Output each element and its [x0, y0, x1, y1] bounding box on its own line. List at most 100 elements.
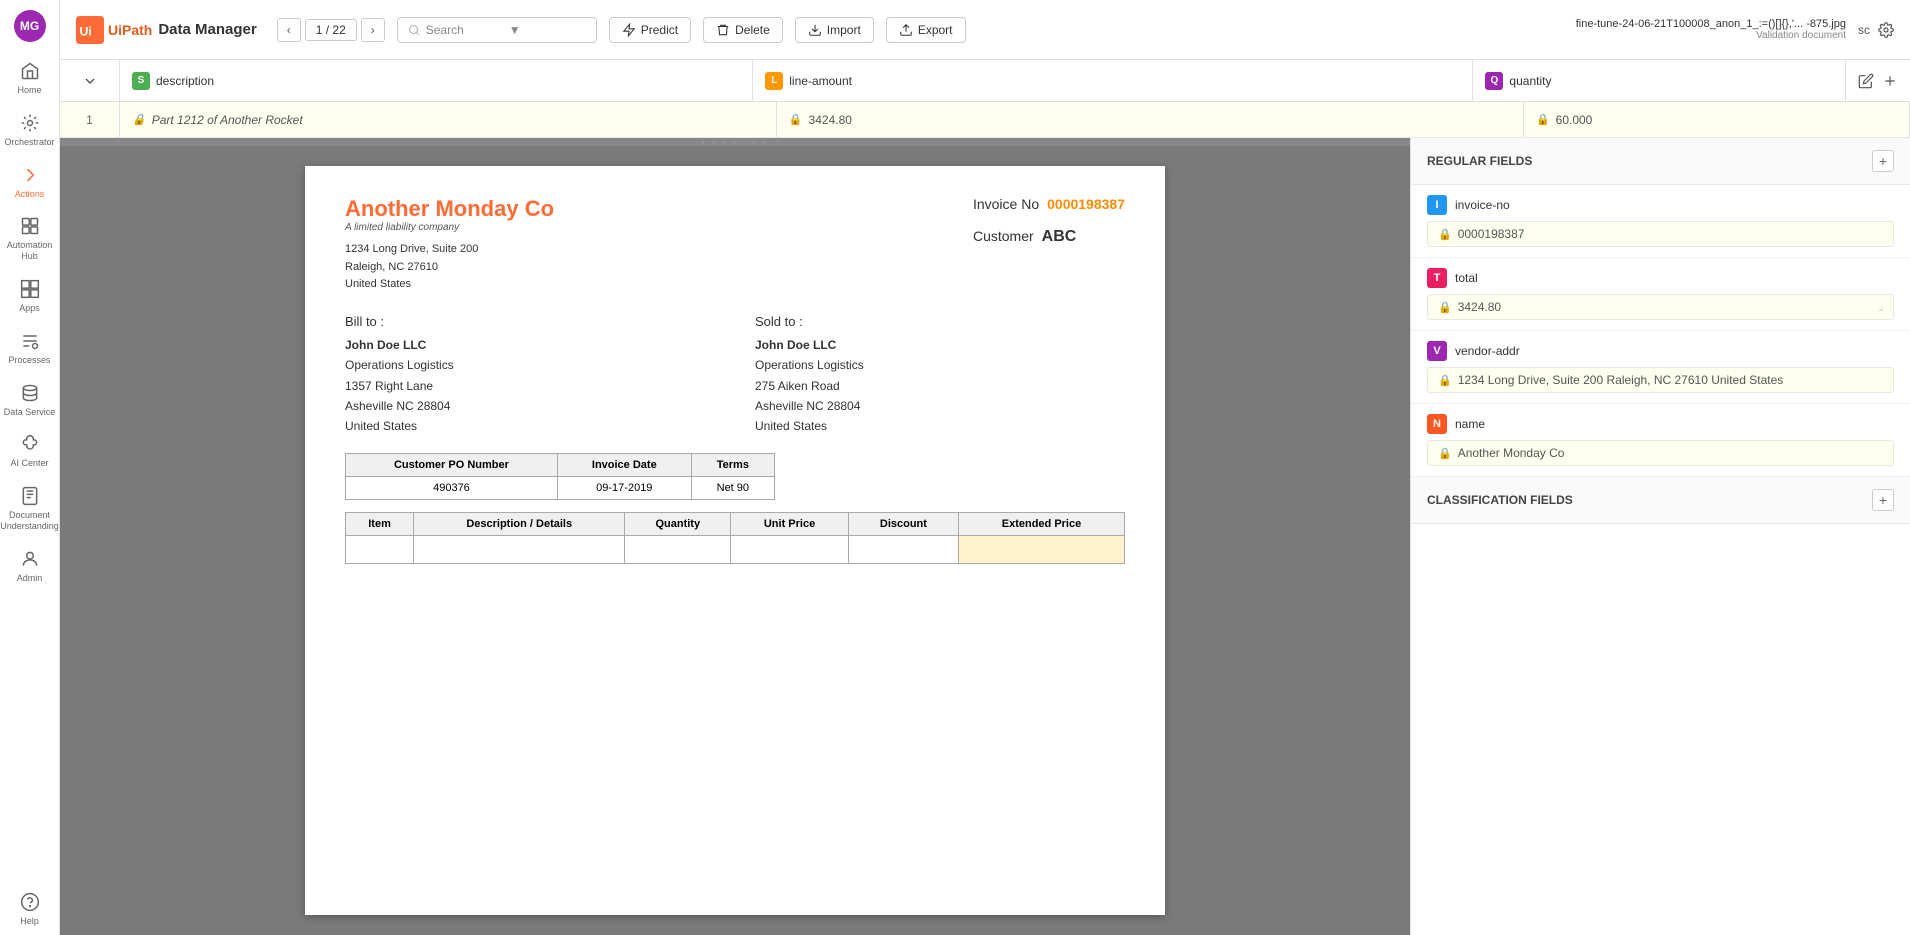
chevron-down-icon — [82, 73, 98, 89]
classification-fields-header: CLASSIFICATION FIELDS + — [1411, 477, 1910, 524]
main-content: Ui UiPath Data Manager ‹ 1 / 22 › Search… — [60, 0, 1910, 935]
sidebar-item-data-service[interactable]: Data Service — [0, 374, 59, 426]
delete-label: Delete — [735, 23, 770, 37]
items-col-unit-price: Unit Price — [731, 512, 849, 535]
settings-label: sc — [1858, 23, 1870, 37]
doc-content[interactable]: Another Monday Co A limited liability co… — [60, 146, 1410, 935]
regular-fields-header: REGULAR FIELDS + — [1411, 138, 1910, 185]
classification-fields-label: CLASSIFICATION FIELDS — [1427, 493, 1573, 507]
search-box[interactable]: Search ▼ — [397, 17, 597, 43]
bill-to-dept: Operations Logistics — [345, 355, 715, 375]
field-invoice-no-header: I invoice-no — [1427, 195, 1894, 215]
po-table: Customer PO Number Invoice Date Terms 49… — [345, 453, 775, 500]
data-service-icon — [19, 382, 41, 404]
ai-center-icon — [19, 433, 41, 455]
delete-button[interactable]: Delete — [703, 17, 783, 43]
sold-to-address1: 275 Aiken Road — [755, 376, 1125, 396]
invoice-paper: Another Monday Co A limited liability co… — [305, 166, 1165, 915]
avatar: MG — [14, 10, 46, 42]
bottom-area: · · · · · · · Another Monday Co A limite… — [60, 138, 1910, 935]
sidebar-item-orchestrator[interactable]: Orchestrator — [0, 104, 59, 156]
import-button[interactable]: Import — [795, 17, 874, 43]
row-cell-lineamount[interactable]: 🔒 3424.80 — [777, 102, 1524, 137]
prev-page-button[interactable]: ‹ — [277, 18, 301, 42]
field-vendor-addr-label: vendor-addr — [1455, 344, 1520, 358]
field-name-value-row[interactable]: 🔒 Another Monday Co — [1427, 440, 1894, 466]
next-page-button[interactable]: › — [361, 18, 385, 42]
add-regular-field-button[interactable]: + — [1872, 150, 1894, 172]
sidebar-doc-label: Document Understanding — [0, 510, 59, 532]
field-invoice-no-value-row[interactable]: 🔒 0000198387 — [1427, 221, 1894, 247]
sidebar-item-processes[interactable]: Processes — [0, 322, 59, 374]
toolbar: Ui UiPath Data Manager ‹ 1 / 22 › Search… — [60, 0, 1910, 60]
toolbar-settings: sc — [1858, 22, 1894, 38]
sidebar-item-automation-hub[interactable]: Automation Hub — [0, 207, 59, 270]
field-name-header: N name — [1427, 414, 1894, 434]
bill-to-address2: Asheville NC 28804 — [345, 396, 715, 416]
sold-to-section: Sold to : John Doe LLC Operations Logist… — [755, 314, 1125, 437]
search-chevron-icon: ▼ — [509, 23, 586, 37]
resize-handle[interactable]: · · · · · · · — [60, 138, 1410, 146]
sidebar-item-apps[interactable]: Apps — [0, 270, 59, 322]
sidebar-item-home[interactable]: Home — [0, 52, 59, 104]
col-quantity-label: quantity — [1509, 74, 1551, 88]
field-lock-icon: 🔒 — [1438, 228, 1452, 241]
table-row: 1 🔒 Part 1212 of Another Rocket 🔒 3424.8… — [60, 102, 1910, 138]
field-badge-n: N — [1427, 414, 1447, 434]
add-column-icon[interactable] — [1882, 73, 1898, 89]
sidebar-apps-label: Apps — [19, 303, 40, 314]
bill-to-country: United States — [345, 416, 715, 436]
sold-to-dept: Operations Logistics — [755, 355, 1125, 375]
automation-hub-icon — [19, 215, 41, 237]
po-table-row: 490376 09-17-2019 Net 90 — [346, 476, 775, 499]
bill-to-label: Bill to : — [345, 314, 715, 329]
po-col-po-number: Customer PO Number — [346, 453, 558, 476]
description-value: Part 1212 of Another Rocket — [152, 113, 303, 127]
col-header-lineamount: L line-amount — [753, 60, 1473, 101]
orchestrator-icon — [19, 112, 41, 134]
field-lock-icon-total: 🔒 — [1438, 301, 1452, 314]
field-name-value: Another Monday Co — [1458, 446, 1883, 460]
field-vendor-addr-value-row[interactable]: 🔒 1234 Long Drive, Suite 200 Raleigh, NC… — [1427, 367, 1894, 393]
company-name: Another Monday Co — [345, 196, 554, 222]
search-placeholder: Search — [426, 23, 503, 37]
table-toggle[interactable] — [60, 60, 120, 101]
predict-button[interactable]: Predict — [609, 17, 691, 43]
sidebar-actions-label: Actions — [15, 189, 45, 200]
field-total-value-row[interactable]: 🔒 3424.80 ⌟ — [1427, 294, 1894, 320]
field-invoice-no: I invoice-no 🔒 0000198387 — [1411, 185, 1910, 258]
row-cell-description[interactable]: 🔒 Part 1212 of Another Rocket — [120, 102, 777, 137]
sold-to-address2: Asheville NC 28804 — [755, 396, 1125, 416]
bill-to-company: John Doe LLC — [345, 335, 715, 355]
row-cell-quantity[interactable]: 🔒 60.000 — [1524, 102, 1910, 137]
customer-row: Customer ABC — [973, 228, 1125, 246]
sidebar-admin-label: Admin — [17, 573, 43, 584]
description-cell — [414, 535, 625, 563]
add-classification-field-button[interactable]: + — [1872, 489, 1894, 511]
export-button[interactable]: Export — [886, 17, 966, 43]
sidebar-item-actions[interactable]: Actions — [0, 156, 59, 208]
items-table: Item Description / Details Quantity Unit… — [345, 512, 1125, 564]
items-col-item: Item — [346, 512, 414, 535]
sidebar-item-ai-center[interactable]: AI Center — [0, 425, 59, 477]
data-table-header: S description L line-amount Q quantity — [60, 60, 1910, 102]
field-vendor-addr-value: 1234 Long Drive, Suite 200 Raleigh, NC 2… — [1458, 373, 1883, 387]
po-number-value: 490376 — [346, 476, 558, 499]
brand-title: Data Manager — [158, 21, 256, 38]
sidebar-item-admin[interactable]: Admin — [0, 540, 59, 592]
badge-q: Q — [1485, 72, 1503, 90]
field-total-header: T total — [1427, 268, 1894, 288]
company-subtitle: A limited liability company — [345, 222, 554, 233]
badge-l: L — [765, 72, 783, 90]
svg-text:Ui: Ui — [80, 24, 92, 38]
sidebar-item-help[interactable]: Help — [0, 883, 59, 935]
invoice-date-value: 09-17-2019 — [557, 476, 691, 499]
sidebar-item-document-understanding[interactable]: Document Understanding — [0, 477, 59, 540]
lock-icon-quantity: 🔒 — [1536, 113, 1550, 126]
bill-to-content: John Doe LLC Operations Logistics 1357 R… — [345, 335, 715, 437]
settings-icon[interactable] — [1878, 22, 1894, 38]
col-lineamount-label: line-amount — [789, 74, 852, 88]
badge-s: S — [132, 72, 150, 90]
edit-icon[interactable] — [1858, 73, 1874, 89]
items-col-extended-price: Extended Price — [959, 512, 1125, 535]
